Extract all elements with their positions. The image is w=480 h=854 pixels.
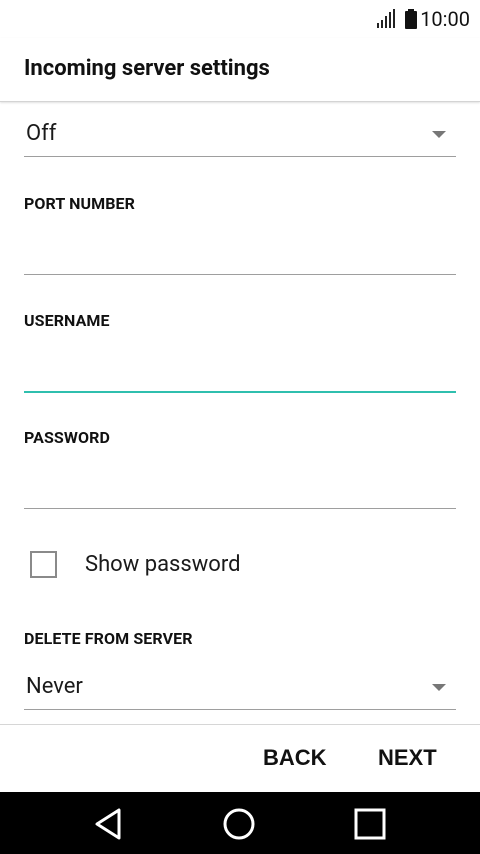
show-password-checkbox[interactable] bbox=[30, 551, 57, 578]
delete-from-server-value: Never bbox=[26, 674, 83, 699]
back-triangle-icon[interactable] bbox=[92, 807, 126, 841]
next-button[interactable]: NEXT bbox=[378, 745, 437, 771]
delete-from-server-label: DELETE FROM SERVER bbox=[24, 629, 193, 648]
security-type-value: Off bbox=[26, 121, 57, 146]
dropdown-arrow-icon bbox=[432, 131, 446, 138]
password-field[interactable] bbox=[24, 463, 456, 509]
home-circle-icon[interactable] bbox=[222, 807, 256, 841]
show-password-label: Show password bbox=[85, 552, 241, 577]
settings-form[interactable]: Off PORT NUMBER USERNAME PASSWORD Show p… bbox=[0, 103, 480, 723]
password-label: PASSWORD bbox=[24, 428, 110, 447]
system-nav-bar bbox=[0, 792, 480, 854]
status-bar: 10:00 bbox=[0, 0, 480, 38]
app-header: Incoming server settings bbox=[0, 38, 480, 102]
port-number-label: PORT NUMBER bbox=[24, 194, 136, 213]
recents-square-icon[interactable] bbox=[353, 807, 387, 841]
security-type-dropdown[interactable]: Off bbox=[24, 117, 456, 157]
delete-from-server-dropdown[interactable]: Never bbox=[24, 670, 456, 710]
show-password-toggle[interactable]: Show password bbox=[30, 551, 290, 583]
signal-icon bbox=[376, 9, 396, 29]
dropdown-arrow-icon bbox=[432, 684, 446, 691]
username-label: USERNAME bbox=[24, 311, 110, 330]
action-bar: BACK NEXT bbox=[0, 724, 480, 792]
clock: 10:00 bbox=[420, 7, 470, 31]
status-icons: 10:00 bbox=[376, 7, 470, 31]
battery-icon bbox=[405, 9, 418, 29]
page-title: Incoming server settings bbox=[24, 56, 270, 81]
port-number-field[interactable] bbox=[24, 229, 456, 275]
back-button[interactable]: BACK bbox=[263, 745, 327, 771]
username-field[interactable] bbox=[24, 347, 456, 393]
